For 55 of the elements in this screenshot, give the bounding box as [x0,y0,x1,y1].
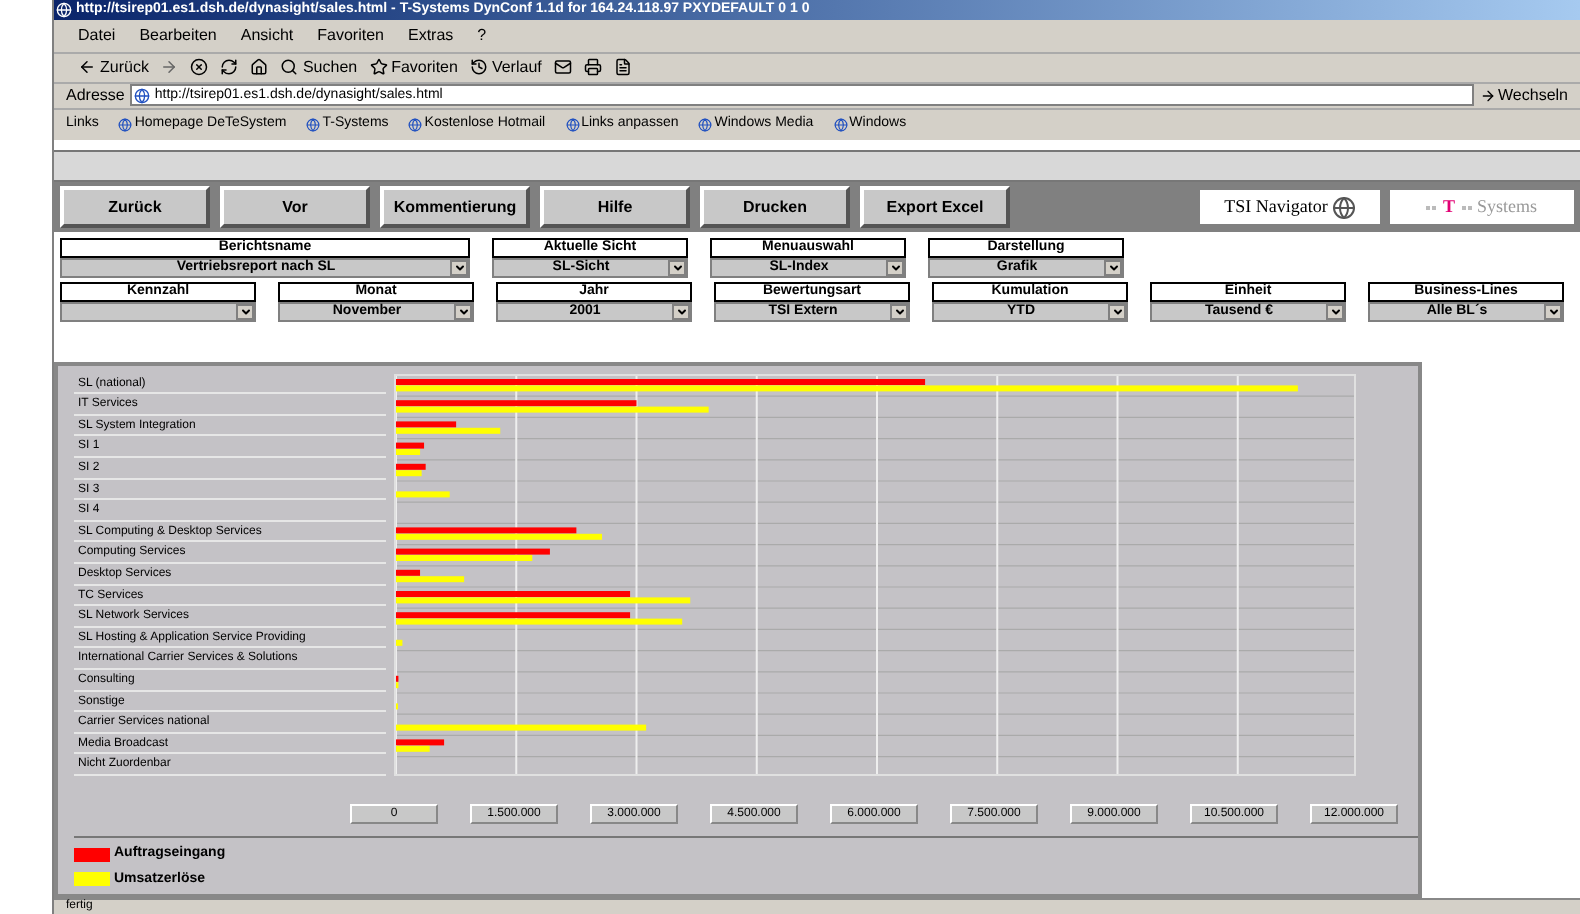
page-icon [698,118,713,132]
home-icon[interactable] [250,58,269,77]
dropdown-arrow-icon [1104,260,1122,277]
edit-icon[interactable] [613,58,632,77]
go-arrow-icon [1480,87,1497,104]
back-button[interactable]: Zurück [78,55,149,80]
menu-item[interactable]: ? [477,23,487,48]
dropdown-arrow-icon [1326,304,1344,321]
address-label: Adresse [66,83,125,108]
dropdown-arrow-icon [672,304,690,321]
menu-item[interactable]: Favoriten [317,23,384,48]
forward-icon[interactable] [160,58,179,77]
page-icon [134,87,151,104]
nav-button[interactable]: Kommentierung [380,186,530,229]
navigator-logo: TSI Navigator [1200,190,1380,225]
mail-icon[interactable] [553,58,572,77]
go-button[interactable]: Wechseln [1480,83,1568,108]
dropdown-arrow-icon [1108,304,1126,321]
bar [396,639,403,646]
page-icon [118,118,133,132]
nav-button[interactable]: Vor [220,186,370,229]
menu-item[interactable]: Bearbeiten [139,23,217,48]
stop-icon[interactable] [190,58,209,77]
nav-button[interactable]: Zurück [60,186,210,229]
print-icon[interactable] [583,58,602,77]
refresh-icon[interactable] [220,58,239,77]
dropdown-arrow-icon [1544,304,1562,321]
menu-item[interactable]: Ansicht [240,23,294,48]
menu-item[interactable]: Extras [407,23,454,48]
browser-icon [56,1,72,18]
dropdown-arrow-icon [236,304,254,321]
star-icon [369,58,388,77]
page-icon [306,118,321,132]
history-icon [469,58,488,77]
nav-button[interactable]: Drucken [700,186,850,229]
nav-button[interactable]: Hilfe [540,186,690,229]
menu-item[interactable]: Datei [78,23,116,48]
brand-logo: T Systems [1390,190,1574,225]
toolbar-button[interactable]: Favoriten [369,55,458,80]
page-icon [833,118,848,132]
bar [396,490,450,497]
dropdown-arrow-icon [886,260,904,277]
globe-icon [1331,195,1356,220]
toolbar-button[interactable]: Verlauf [469,55,542,80]
dropdown-arrow-icon [890,304,908,321]
nav-button[interactable]: Export Excel [860,186,1010,229]
dropdown-arrow-icon [450,260,468,277]
dropdown-arrow-icon [454,304,472,321]
back-arrow-icon [78,58,96,77]
page-icon [565,118,580,132]
toolbar-button[interactable]: Suchen [280,55,358,80]
search-icon [280,58,299,77]
dropdown-arrow-icon [668,260,686,277]
filter-dropdown[interactable] [60,302,256,323]
page-icon [408,118,423,132]
